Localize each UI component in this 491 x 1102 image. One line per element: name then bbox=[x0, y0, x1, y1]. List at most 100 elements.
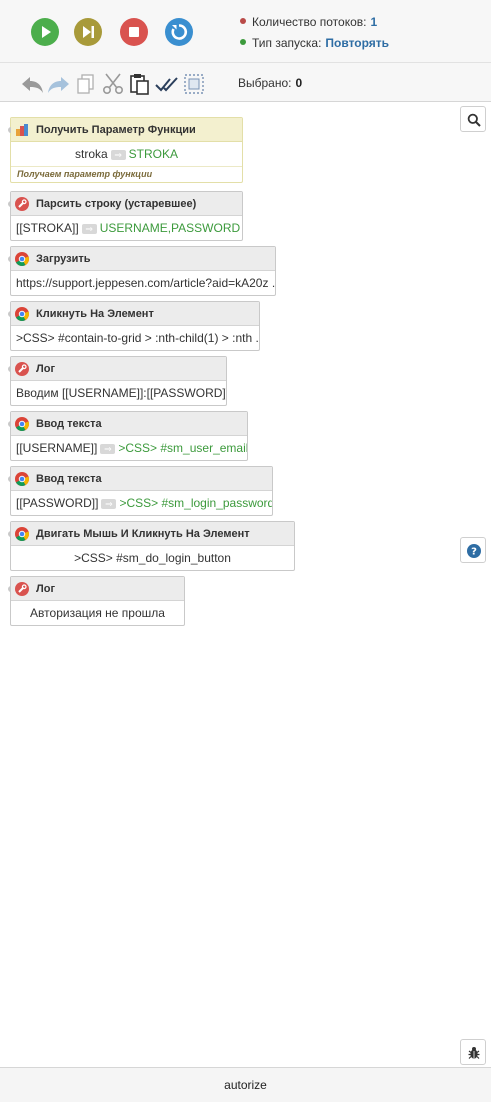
arrow-icon: ⇒ bbox=[110, 150, 126, 160]
arrow-icon: ⇒ bbox=[100, 444, 116, 454]
block-target: >CSS> #sm_user_email bbox=[118, 441, 247, 455]
step-icon bbox=[74, 18, 102, 46]
action-block-type-text-password[interactable]: Ввод текста [[PASSWORD]] ⇒ >CSS> #sm_login… bbox=[8, 466, 273, 516]
block-param: [[USERNAME]] bbox=[16, 441, 98, 455]
function-param-icon bbox=[16, 124, 28, 136]
block-body: [[STROKA]] ⇒ USERNAME,PASSWORD bbox=[11, 216, 242, 240]
block-header: Лог bbox=[11, 357, 226, 381]
launch-value[interactable]: Повторять bbox=[325, 36, 389, 50]
block-title: Парсить строку (устаревшее) bbox=[36, 198, 197, 210]
threads-status-dot bbox=[240, 18, 246, 24]
launch-info: Тип запуска: Повторять bbox=[240, 36, 389, 50]
threads-value[interactable]: 1 bbox=[371, 15, 378, 29]
undo-icon bbox=[22, 77, 43, 93]
stop-button[interactable] bbox=[120, 18, 148, 46]
edit-row: Выбрано: 0 bbox=[0, 64, 491, 102]
chrome-icon bbox=[15, 472, 29, 486]
step-button[interactable] bbox=[74, 18, 102, 46]
action-block-get-function-param[interactable]: Получить Параметр Функции stroka ⇒ STROKA … bbox=[8, 117, 243, 183]
debug-button[interactable] bbox=[460, 1039, 486, 1065]
toolbar-panel: Количество потоков: 1 Тип запуска: Повторя… bbox=[0, 0, 491, 102]
chrome-icon bbox=[15, 307, 29, 321]
block-body: Вводим [[USERNAME]]:[[PASSWORD]] bbox=[16, 386, 226, 400]
arrow-icon: ⇒ bbox=[101, 499, 117, 509]
action-block-log[interactable]: Лог Вводим [[USERNAME]]:[[PASSWORD]] bbox=[8, 356, 227, 406]
block-title: Получить Параметр Функции bbox=[36, 124, 196, 136]
copy-button[interactable] bbox=[74, 72, 98, 96]
block-body: [[USERNAME]] ⇒ >CSS> #sm_user_email bbox=[11, 436, 247, 460]
control-row: Количество потоков: 1 Тип запуска: Повторя… bbox=[0, 0, 491, 63]
project-canvas[interactable]: Получить Параметр Функции stroka ⇒ STROKA … bbox=[0, 103, 491, 1067]
wrench-icon bbox=[15, 582, 29, 596]
reset-icon bbox=[165, 18, 193, 46]
threads-label: Количество потоков: bbox=[252, 15, 367, 29]
help-icon: ? bbox=[467, 544, 481, 558]
cut-button[interactable] bbox=[101, 72, 125, 96]
block-title: Двигать Мышь И Кликнуть На Элемент bbox=[36, 528, 250, 540]
launch-status-dot bbox=[240, 39, 246, 45]
block-header: Ввод текста bbox=[11, 467, 272, 491]
svg-text:?: ? bbox=[471, 547, 477, 558]
selected-value: 0 bbox=[295, 76, 303, 90]
select-area-button[interactable] bbox=[182, 72, 206, 96]
search-icon bbox=[467, 113, 481, 127]
block-header: Лог bbox=[11, 577, 184, 601]
chrome-icon bbox=[15, 252, 29, 266]
launch-label: Тип запуска: bbox=[252, 36, 322, 50]
block-header: Ввод текста bbox=[11, 412, 247, 436]
block-body: >CSS> #contain-to-grid > :nth-child(1) >… bbox=[16, 331, 259, 345]
block-title: Лог bbox=[36, 583, 56, 595]
check-all-button[interactable] bbox=[155, 72, 179, 96]
selection-box-icon bbox=[184, 74, 204, 94]
block-target: USERNAME,PASSWORD bbox=[99, 221, 241, 235]
double-check-icon bbox=[155, 77, 178, 92]
reset-button[interactable] bbox=[165, 18, 193, 46]
block-param: stroka bbox=[74, 147, 108, 161]
action-block-log-auth-failed[interactable]: Лог Авторизация не прошла bbox=[8, 576, 185, 626]
redo-icon bbox=[48, 77, 69, 93]
wrench-icon bbox=[15, 197, 29, 211]
block-param: [[STROKA]] bbox=[16, 221, 79, 235]
block-body: Авторизация не прошла bbox=[30, 606, 165, 620]
play-button[interactable] bbox=[31, 18, 59, 46]
block-target: STROKA bbox=[128, 147, 179, 161]
help-button[interactable]: ? bbox=[460, 537, 486, 563]
paste-button[interactable] bbox=[128, 72, 152, 96]
block-header: Парсить строку (устаревшее) bbox=[11, 192, 242, 216]
play-icon bbox=[31, 18, 59, 46]
action-block-move-mouse-click[interactable]: Двигать Мышь И Кликнуть На Элемент >CSS>… bbox=[8, 521, 295, 571]
action-block-load-url[interactable]: Загрузить https://support.jeppesen.com/a… bbox=[8, 246, 276, 296]
selected-count: Выбрано: 0 bbox=[238, 76, 302, 90]
threads-info: Количество потоков: 1 bbox=[240, 15, 377, 29]
arrow-icon: ⇒ bbox=[81, 224, 97, 234]
block-body: >CSS> #sm_do_login_button bbox=[74, 551, 231, 565]
block-title: Лог bbox=[36, 363, 56, 375]
paste-icon bbox=[130, 74, 149, 95]
block-body: [[PASSWORD]] ⇒ >CSS> #sm_login_password bbox=[11, 491, 272, 515]
chrome-icon bbox=[15, 527, 29, 541]
copy-icon bbox=[77, 74, 94, 94]
redo-button[interactable] bbox=[47, 72, 71, 96]
undo-button[interactable] bbox=[20, 72, 44, 96]
chrome-icon bbox=[15, 417, 29, 431]
action-block-parse-string[interactable]: Парсить строку (устаревшее) [[STROKA]] ⇒ U… bbox=[8, 191, 243, 241]
block-header: Получить Параметр Функции bbox=[11, 118, 242, 142]
stop-icon bbox=[120, 18, 148, 46]
action-block-type-text-username[interactable]: Ввод текста [[USERNAME]] ⇒ >CSS> #sm_user_… bbox=[8, 411, 248, 461]
wrench-icon bbox=[15, 362, 29, 376]
project-name: autorize bbox=[224, 1078, 267, 1092]
block-header: Кликнуть На Элемент bbox=[11, 302, 259, 326]
block-body: https://support.jeppesen.com/article?aid… bbox=[16, 276, 275, 290]
bug-icon bbox=[468, 1047, 480, 1059]
block-header: Загрузить bbox=[11, 247, 275, 271]
block-target: >CSS> #sm_login_password bbox=[119, 496, 272, 510]
action-block-click-element[interactable]: Кликнуть На Элемент >CSS> #contain-to-gr… bbox=[8, 301, 260, 351]
scissors-icon bbox=[102, 73, 124, 95]
selected-label: Выбрано: bbox=[238, 76, 292, 90]
block-header: Двигать Мышь И Кликнуть На Элемент bbox=[11, 522, 294, 546]
block-note: Получаем параметр функции bbox=[11, 166, 242, 182]
block-title: Ввод текста bbox=[36, 473, 102, 485]
block-title: Загрузить bbox=[36, 253, 91, 265]
search-button[interactable] bbox=[460, 106, 486, 132]
block-title: Кликнуть На Элемент bbox=[36, 308, 154, 320]
